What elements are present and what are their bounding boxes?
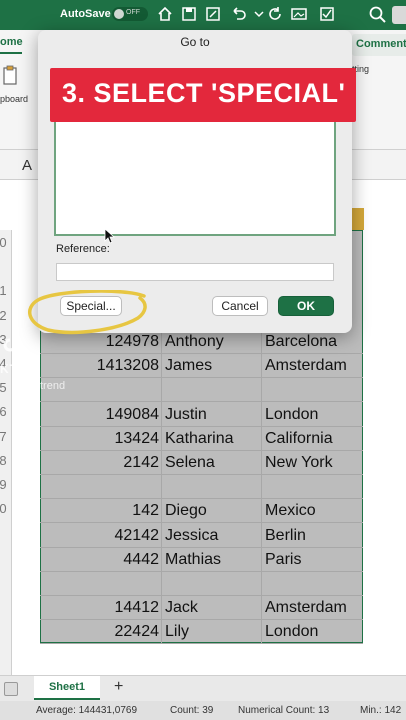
sheet-tabs-bar: Sheet1 +: [0, 675, 406, 701]
go-to-list[interactable]: [54, 120, 336, 236]
clipboard-label: pboard: [0, 94, 29, 104]
cell-city[interactable]: London: [265, 406, 318, 424]
reference-label: Reference:: [56, 243, 110, 255]
ok-button[interactable]: OK: [278, 296, 334, 316]
cell-city[interactable]: California: [265, 430, 333, 448]
cell-id[interactable]: 142: [40, 502, 159, 520]
toggle-knob: [114, 9, 124, 19]
status-bar: Average: 144431,0769 Count: 39 Numerical…: [0, 701, 406, 720]
account-button[interactable]: [392, 6, 406, 24]
comments-button[interactable]: Comment: [352, 34, 406, 56]
cell-id[interactable]: 1413208: [40, 357, 159, 375]
cell-city[interactable]: Amsterdam: [265, 357, 347, 375]
table-row[interactable]: [40, 378, 363, 403]
row-number[interactable]: 6: [0, 404, 9, 419]
home-icon[interactable]: [156, 5, 174, 23]
title-bar: AutoSave OFF: [0, 0, 406, 30]
save-as-icon[interactable]: [204, 5, 222, 23]
table-row[interactable]: 22424 Lily London: [40, 620, 363, 645]
cell-name[interactable]: Diego: [165, 502, 207, 520]
instruction-banner: 3. SELECT 'SPECIAL': [50, 68, 356, 122]
row-number[interactable]: 5: [0, 380, 9, 395]
cell-city[interactable]: Barcelona: [265, 333, 337, 351]
redo-icon[interactable]: [266, 5, 284, 23]
reference-input[interactable]: [56, 263, 334, 281]
row-number[interactable]: 8: [0, 453, 9, 468]
cell-id[interactable]: 13424: [40, 430, 160, 448]
cell-city[interactable]: Paris: [265, 551, 301, 569]
add-sheet-button[interactable]: +: [114, 678, 123, 696]
table-row[interactable]: 1413208 James Amsterdam: [40, 354, 363, 379]
autosave-label: AutoSave: [60, 8, 111, 20]
table-row[interactable]: 149084 Justin London: [40, 403, 363, 427]
row-number[interactable]: 2: [0, 308, 9, 323]
highlight-ring: [28, 290, 147, 335]
cell-name[interactable]: Mathias: [165, 551, 221, 569]
watermark-user: trend: [40, 380, 66, 392]
row-number[interactable]: 0: [0, 235, 9, 250]
cell-name[interactable]: Justin: [165, 406, 207, 424]
cell-id[interactable]: 149084: [40, 406, 159, 424]
cell-name[interactable]: James: [165, 357, 212, 375]
search-icon[interactable]: [368, 5, 388, 25]
cell-name[interactable]: Anthony: [165, 333, 224, 351]
status-count: Count: 39: [170, 705, 214, 716]
row-number[interactable]: 0: [0, 501, 9, 516]
table-row[interactable]: 13424 Katharina California: [40, 427, 363, 451]
sheet-tab-sheet1[interactable]: Sheet1: [34, 676, 100, 700]
cell-name[interactable]: Selena: [165, 454, 215, 472]
status-numerical-count: Numerical Count: 13: [238, 705, 330, 716]
clipboard-icon[interactable]: [2, 64, 18, 86]
cell-id[interactable]: 42142: [40, 527, 160, 545]
checkbox-icon[interactable]: [318, 5, 336, 23]
table-row[interactable]: 4442 Mathias Paris: [40, 548, 363, 572]
cell-id[interactable]: 14412: [40, 599, 160, 617]
save-icon[interactable]: [180, 5, 198, 23]
table-row[interactable]: [40, 572, 363, 596]
row-number[interactable]: 7: [0, 429, 9, 444]
cell-city[interactable]: New York: [265, 454, 333, 472]
cell-id[interactable]: 22424: [40, 623, 160, 641]
sheet-nav-button[interactable]: [4, 682, 18, 696]
table-row[interactable]: 2142 Selena New York: [40, 451, 363, 475]
table-row[interactable]: [40, 475, 363, 500]
cancel-button[interactable]: Cancel: [212, 296, 268, 316]
cursor-icon: [104, 228, 116, 244]
row-headers: 01234567890: [0, 230, 12, 675]
autosave-state: OFF: [126, 9, 140, 16]
cell-name[interactable]: Katharina: [165, 430, 234, 448]
cell-city[interactable]: Mexico: [265, 502, 316, 520]
row-number[interactable]: 1: [0, 283, 9, 298]
picture-icon[interactable]: [290, 5, 308, 23]
watermark-brand: KTOK: [0, 362, 38, 376]
cell-city[interactable]: Amsterdam: [265, 599, 347, 617]
cell-name[interactable]: Jessica: [165, 527, 218, 545]
status-average: Average: 144431,0769: [36, 705, 138, 716]
row-number[interactable]: 9: [0, 477, 9, 492]
table-row[interactable]: 42142 Jessica Berlin: [40, 524, 363, 548]
undo-icon[interactable]: [230, 5, 248, 23]
tab-home-indicator: [0, 52, 22, 54]
autosave-toggle[interactable]: OFF: [112, 7, 148, 21]
cell-name[interactable]: Lily: [165, 623, 189, 641]
status-min: Min.: 142: [360, 705, 402, 716]
cell-city[interactable]: Berlin: [265, 527, 306, 545]
table-row[interactable]: 14412 Jack Amsterdam: [40, 596, 363, 621]
dialog-title: Go to: [180, 35, 210, 49]
table-row[interactable]: 142 Diego Mexico: [40, 499, 363, 524]
tiktok-icon: [3, 328, 24, 352]
cell-id[interactable]: 2142: [40, 454, 159, 472]
column-header-a[interactable]: A: [22, 157, 32, 174]
cell-id[interactable]: 4442: [40, 551, 159, 569]
cell-name[interactable]: Jack: [165, 599, 198, 617]
tab-home[interactable]: ome: [0, 36, 23, 48]
cell-city[interactable]: London: [265, 623, 318, 641]
